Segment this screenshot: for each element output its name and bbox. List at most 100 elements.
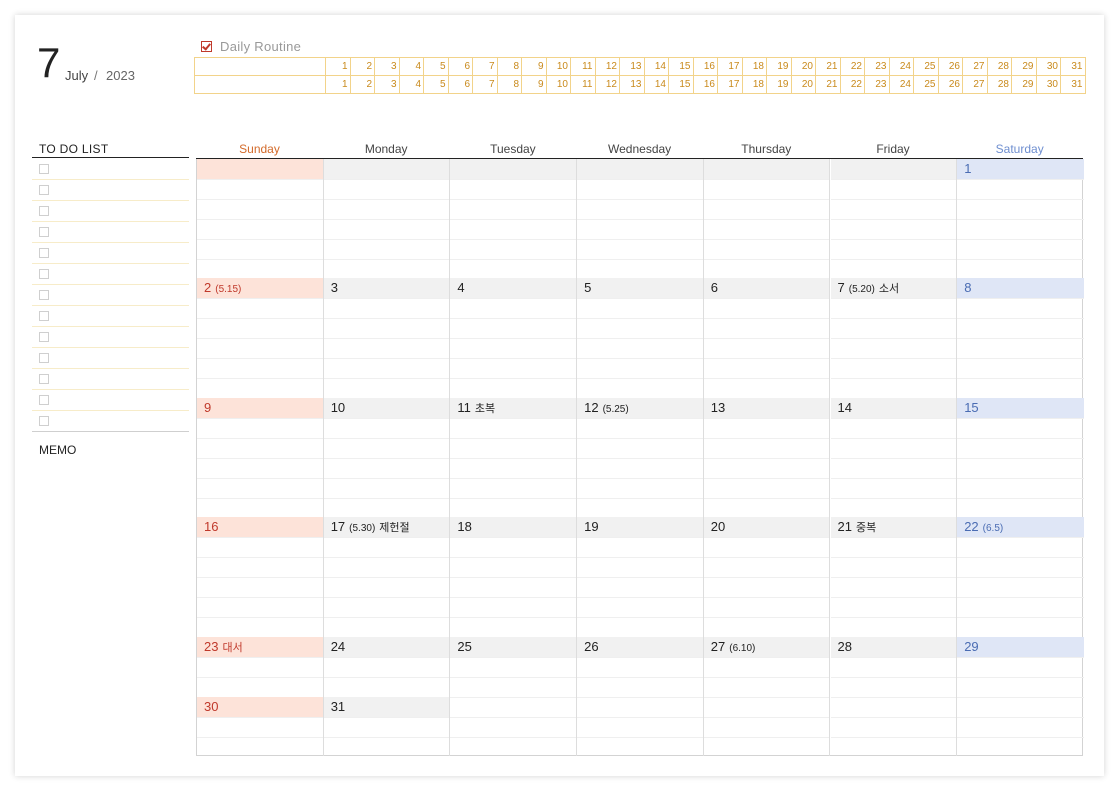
routine-day-cell[interactable]: 24 <box>888 75 914 94</box>
routine-day-cell[interactable]: 1 <box>325 57 351 76</box>
note-line[interactable] <box>450 199 577 219</box>
note-line[interactable] <box>450 736 577 757</box>
note-line[interactable] <box>197 179 323 199</box>
routine-day-cell[interactable]: 19 <box>766 75 792 94</box>
note-line[interactable] <box>830 298 957 318</box>
day-cell[interactable] <box>703 159 831 279</box>
routine-day-cell[interactable]: 7 <box>472 57 498 76</box>
note-line[interactable] <box>830 597 957 617</box>
note-line[interactable] <box>197 656 323 677</box>
note-line[interactable] <box>577 597 703 617</box>
routine-day-cell[interactable]: 16 <box>692 57 718 76</box>
routine-day-cell[interactable]: 28 <box>986 57 1012 76</box>
note-line[interactable] <box>197 378 323 398</box>
note-line[interactable] <box>450 696 577 717</box>
note-line[interactable] <box>577 617 703 637</box>
note-line[interactable] <box>323 417 450 438</box>
day-cell[interactable]: 19 <box>577 517 704 637</box>
note-line[interactable] <box>197 219 323 239</box>
note-line[interactable] <box>197 477 323 498</box>
note-line[interactable] <box>957 736 1084 757</box>
note-line[interactable] <box>703 179 830 199</box>
note-line[interactable] <box>323 656 450 677</box>
note-line[interactable] <box>450 656 577 677</box>
routine-day-cell[interactable]: 9 <box>521 75 547 94</box>
note-line[interactable] <box>830 338 957 358</box>
note-line[interactable] <box>197 437 323 458</box>
routine-day-cell[interactable]: 6 <box>447 57 473 76</box>
note-line[interactable] <box>830 696 957 717</box>
day-cell[interactable]: 14 <box>830 397 958 518</box>
routine-day-cell[interactable]: 20 <box>790 75 816 94</box>
routine-day-cell[interactable]: 16 <box>692 75 718 94</box>
routine-day-cell[interactable]: 27 <box>962 57 988 76</box>
routine-day-cell[interactable]: 20 <box>790 57 816 76</box>
note-line[interactable] <box>577 537 703 557</box>
note-line[interactable] <box>450 239 577 259</box>
routine-day-cell[interactable]: 25 <box>913 75 939 94</box>
note-line[interactable] <box>830 477 957 498</box>
note-line[interactable] <box>577 318 703 338</box>
note-line[interactable] <box>197 537 323 557</box>
note-line[interactable] <box>323 358 450 378</box>
todo-item[interactable] <box>32 222 189 243</box>
note-line[interactable] <box>957 617 1084 637</box>
note-line[interactable] <box>703 298 830 318</box>
note-line[interactable] <box>957 597 1084 617</box>
note-line[interactable] <box>957 259 1084 279</box>
todo-item[interactable] <box>32 369 189 390</box>
note-line[interactable] <box>830 417 957 438</box>
routine-day-cell[interactable]: 23 <box>864 57 890 76</box>
routine-day-cell[interactable]: 8 <box>496 75 522 94</box>
day-cell[interactable]: 5 <box>577 278 704 398</box>
note-line[interactable] <box>957 577 1084 597</box>
day-cell[interactable] <box>577 159 704 279</box>
day-cell[interactable]: 13 <box>703 397 831 518</box>
note-line[interactable] <box>830 179 957 199</box>
note-line[interactable] <box>197 557 323 577</box>
note-line[interactable] <box>323 557 450 577</box>
routine-day-cell[interactable]: 19 <box>766 57 792 76</box>
note-line[interactable] <box>323 378 450 398</box>
note-line[interactable] <box>830 239 957 259</box>
note-line[interactable] <box>577 298 703 318</box>
day-cell[interactable]: 7 (5.20) 소서 <box>830 278 958 398</box>
routine-day-cell[interactable]: 31 <box>1060 57 1086 76</box>
todo-checkbox-icon[interactable] <box>39 416 49 426</box>
note-line[interactable] <box>323 179 450 199</box>
note-line[interactable] <box>323 577 450 597</box>
note-line[interactable] <box>197 577 323 597</box>
note-line[interactable] <box>197 736 323 757</box>
note-line[interactable] <box>450 298 577 318</box>
routine-day-cell[interactable]: 4 <box>398 57 424 76</box>
note-line[interactable] <box>703 736 830 757</box>
note-line[interactable] <box>703 318 830 338</box>
routine-day-cell[interactable]: 15 <box>668 57 694 76</box>
routine-day-cell[interactable]: 28 <box>986 75 1012 94</box>
day-cell[interactable]: 21 중복 <box>830 517 958 637</box>
note-line[interactable] <box>957 537 1084 557</box>
routine-day-cell[interactable]: 18 <box>741 57 767 76</box>
note-line[interactable] <box>957 179 1084 199</box>
routine-day-cell[interactable]: 30 <box>1035 75 1061 94</box>
todo-item[interactable] <box>32 411 189 432</box>
note-line[interactable] <box>703 219 830 239</box>
note-line[interactable] <box>450 557 577 577</box>
note-line[interactable] <box>450 716 577 737</box>
day-cell[interactable]: 25 <box>450 636 578 757</box>
note-line[interactable] <box>577 497 703 518</box>
note-line[interactable] <box>450 537 577 557</box>
note-line[interactable] <box>830 656 957 677</box>
note-line[interactable] <box>830 199 957 219</box>
note-line[interactable] <box>957 557 1084 577</box>
note-line[interactable] <box>323 437 450 458</box>
note-line[interactable] <box>957 378 1084 398</box>
day-cell[interactable]: 12 (5.25) <box>577 397 704 518</box>
routine-day-cell[interactable]: 29 <box>1011 57 1037 76</box>
routine-day-cell[interactable]: 18 <box>741 75 767 94</box>
day-cell[interactable]: 1 <box>957 159 1084 278</box>
note-line[interactable] <box>323 597 450 617</box>
routine-day-cell[interactable]: 27 <box>962 75 988 94</box>
note-line[interactable] <box>703 457 830 478</box>
day-cell[interactable] <box>197 159 324 279</box>
